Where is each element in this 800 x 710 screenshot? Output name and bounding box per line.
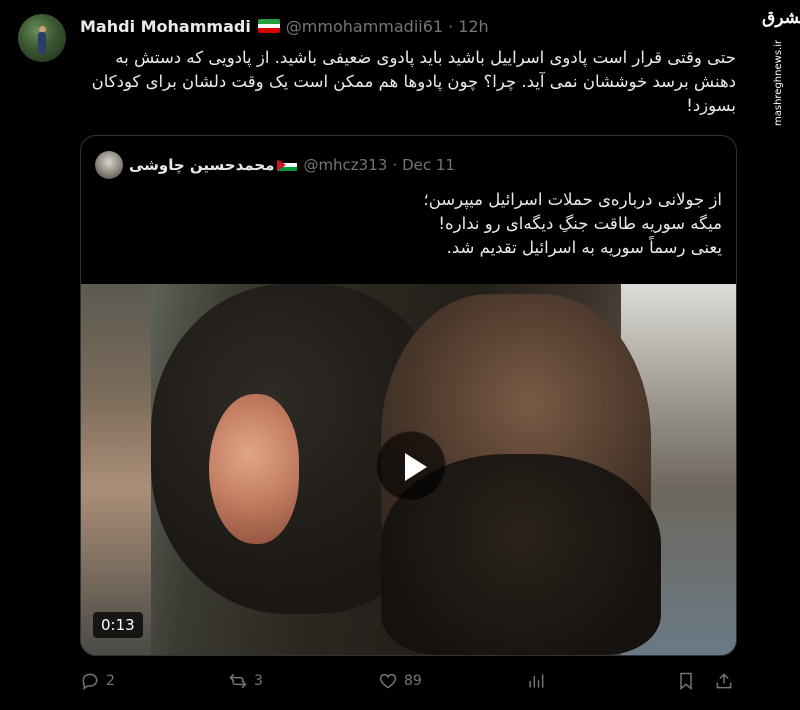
palestine-flag-icon [277,158,298,172]
quoted-text-line: میگه سوریه طاقت جنگِ دیگه‌ای رو نداره! [438,214,722,233]
like-icon [379,673,397,689]
quoted-author-handle[interactable]: @mhcz313 [303,156,387,174]
quoted-author-name[interactable]: محمدحسین چاوشی [129,156,274,174]
like-button[interactable]: 89 [378,668,422,694]
retweet-button[interactable]: 3 [228,668,263,694]
tweet-text: حتی وقتی قرار است پادوی اسراییل باشید با… [91,48,736,115]
tweet-header: Mahdi Mohammadi @mmohammadii61 · 12h [80,15,489,37]
reply-count: 2 [106,673,115,689]
watermark-site: mashreghnews.ir [773,39,784,126]
quoted-text-line: از جولانی درباره‌ی حملات اسرائیل میپرسن؛ [423,190,722,209]
bookmark-button[interactable] [676,668,696,694]
views-button[interactable] [526,668,546,694]
video-duration: 0:13 [93,612,143,638]
play-icon[interactable] [376,431,446,501]
watermark: مشرق mashreghnews.ir [760,8,800,128]
author-handle[interactable]: @mmohammadii61 [286,17,443,36]
quoted-text-line: یعنی رسماً سوریه به اسرائیل تقدیم شد. [446,238,722,257]
retweet-icon [229,673,247,689]
tweet-time[interactable]: 12h [458,17,489,36]
watermark-logo: مشرق [762,8,800,28]
retweet-count: 3 [254,673,263,689]
views-icon [529,674,544,688]
share-icon [716,673,732,689]
separator-dot: · [448,16,454,36]
reply-icon [82,673,98,690]
reply-button[interactable]: 2 [80,668,115,694]
quoted-tweet[interactable]: محمدحسین چاوشی @mhcz313 · Dec 11 از جولا… [80,135,737,656]
quoted-text: از جولانی درباره‌ی حملات اسرائیل میپرسن؛… [102,188,722,260]
iran-flag-icon [257,19,280,33]
tweet[interactable]: Mahdi Mohammadi @mmohammadii61 · 12h مشر… [0,0,800,710]
quoted-date[interactable]: Dec 11 [402,156,455,174]
bookmark-icon [680,672,692,691]
quoted-avatar[interactable] [95,151,123,179]
author-name[interactable]: Mahdi Mohammadi [80,17,251,36]
action-bar: 2 3 89 [80,668,736,694]
video-player[interactable]: 0:13 [81,284,736,655]
share-button[interactable] [714,668,734,694]
like-count: 89 [404,673,422,689]
separator-dot: · [392,156,398,174]
quoted-tweet-header: محمدحسین چاوشی @mhcz313 · Dec 11 [95,150,455,180]
avatar[interactable] [18,14,66,62]
